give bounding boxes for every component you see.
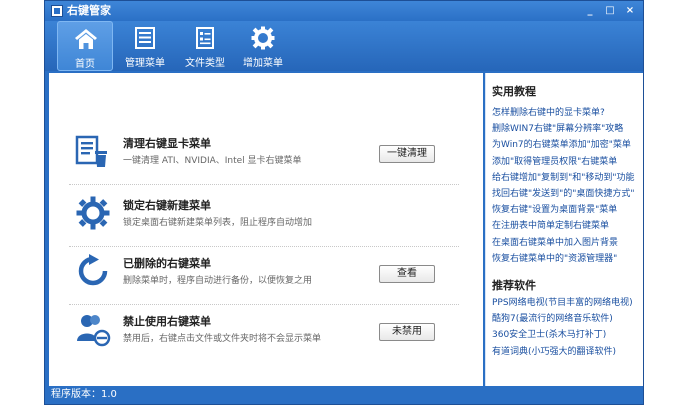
tab-manage-menu[interactable]: 管理菜单 bbox=[117, 21, 173, 71]
cleanup-icon bbox=[75, 135, 107, 167]
tab-file-type-label: 文件类型 bbox=[185, 58, 225, 69]
software-list: PPS网络电视(节目丰富的网络电视) 酷狗7(最流行的网络音乐软件) 360安全… bbox=[492, 295, 640, 360]
feature-description: 一键清理 ATI、NVIDIA、Intel 显卡右键菜单 bbox=[123, 156, 302, 166]
tutorial-link[interactable]: 在桌面右键菜单中加入图片背景 bbox=[492, 235, 640, 251]
file-type-icon bbox=[196, 27, 214, 49]
window-title: 右键管家 bbox=[67, 4, 111, 17]
tutorial-link[interactable]: 为Win7的右键菜单添加"加密"菜单 bbox=[492, 137, 640, 153]
user-disable-icon bbox=[77, 315, 111, 347]
tutorial-link[interactable]: 添加"取得管理员权限"右键菜单 bbox=[492, 154, 640, 170]
software-link[interactable]: 360安全卫士(杀木马打补丁) bbox=[492, 327, 640, 343]
tutorial-link[interactable]: 删除WIN7右键"屏幕分辨率"攻略 bbox=[492, 121, 640, 137]
tutorial-link[interactable]: 找回右键"发送到"的"桌面快捷方式" bbox=[492, 186, 640, 202]
feature-description: 锁定桌面右键新建菜单列表，阻止程序自动增加 bbox=[123, 218, 313, 228]
sidebar: 实用教程 怎样删除右键中的显卡菜单? 删除WIN7右键"屏幕分辨率"攻略 为Wi… bbox=[485, 73, 643, 387]
tutorial-list: 怎样删除右键中的显卡菜单? 删除WIN7右键"屏幕分辨率"攻略 为Win7的右键… bbox=[492, 105, 640, 267]
tab-add-menu-label: 增加菜单 bbox=[243, 58, 283, 69]
gear-icon bbox=[251, 26, 275, 50]
main-toolbar: 首页 管理菜单 文件类型 增加菜单 bbox=[45, 21, 643, 71]
window-controls: _ □ × bbox=[583, 4, 637, 17]
gear-icon bbox=[76, 196, 110, 230]
status-bar: 程序版本：1.0 bbox=[45, 386, 643, 404]
tab-add-menu[interactable]: 增加菜单 bbox=[235, 21, 291, 71]
feature-row: 锁定右键新建菜单 锁定桌面右键新建菜单列表，阻止程序自动增加 bbox=[69, 187, 469, 247]
disable-toggle-button[interactable]: 未禁用 bbox=[379, 323, 435, 341]
title-bar: 右键管家 _ □ × bbox=[45, 1, 643, 21]
feature-title: 清理右键显卡菜单 bbox=[123, 137, 211, 150]
main-panel: 清理右键显卡菜单 一键清理 ATI、NVIDIA、Intel 显卡右键菜单 一键… bbox=[49, 73, 483, 387]
feature-row: 清理右键显卡菜单 一键清理 ATI、NVIDIA、Intel 显卡右键菜单 一键… bbox=[69, 125, 469, 185]
feature-row: 禁止使用右键菜单 禁用后，右键点击文件或文件夹时将不会显示菜单 未禁用 bbox=[69, 303, 469, 359]
tutorial-link[interactable]: 怎样删除右键中的显卡菜单? bbox=[492, 105, 640, 121]
app-window: 右键管家 _ □ × 首页 管理菜单 文件类型 增加菜单 清理右键显卡菜单 一键… bbox=[44, 0, 644, 405]
home-icon bbox=[75, 29, 97, 49]
refresh-icon bbox=[78, 254, 108, 286]
feature-title: 禁止使用右键菜单 bbox=[123, 315, 211, 328]
feature-description: 删除菜单时，程序自动进行备份，以便恢复之用 bbox=[123, 276, 313, 286]
app-logo-icon bbox=[51, 5, 63, 17]
feature-title: 已删除的右键菜单 bbox=[123, 257, 211, 270]
close-button[interactable]: × bbox=[623, 4, 637, 17]
tutorial-link[interactable]: 给右键增加"复制到"和"移动到"功能 bbox=[492, 170, 640, 186]
maximize-button[interactable]: □ bbox=[603, 4, 617, 17]
view-button[interactable]: 查看 bbox=[379, 265, 435, 283]
tab-home[interactable]: 首页 bbox=[57, 21, 113, 71]
version-label: 程序版本：1.0 bbox=[51, 389, 117, 400]
tutorial-link[interactable]: 恢复右键"设置为桌面背景"菜单 bbox=[492, 202, 640, 218]
feature-title: 锁定右键新建菜单 bbox=[123, 199, 211, 212]
software-heading: 推荐软件 bbox=[492, 279, 536, 292]
software-link[interactable]: 酷狗7(最流行的网络音乐软件) bbox=[492, 311, 640, 327]
feature-row: 已删除的右键菜单 删除菜单时，程序自动进行备份，以便恢复之用 查看 bbox=[69, 245, 469, 305]
minimize-button[interactable]: _ bbox=[583, 4, 597, 17]
software-link[interactable]: 有道词典(小巧强大的翻译软件) bbox=[492, 344, 640, 360]
tab-home-label: 首页 bbox=[75, 59, 95, 70]
tab-file-type[interactable]: 文件类型 bbox=[177, 21, 233, 71]
tutorial-link[interactable]: 在注册表中简单定制右键菜单 bbox=[492, 218, 640, 234]
tab-manage-menu-label: 管理菜单 bbox=[125, 58, 165, 69]
tutorial-link[interactable]: 恢复右键菜单中的"资源管理器" bbox=[492, 251, 640, 267]
software-link[interactable]: PPS网络电视(节目丰富的网络电视) bbox=[492, 295, 640, 311]
feature-description: 禁用后，右键点击文件或文件夹时将不会显示菜单 bbox=[123, 334, 322, 344]
one-click-clean-button[interactable]: 一键清理 bbox=[379, 145, 435, 163]
tutorials-heading: 实用教程 bbox=[492, 85, 536, 98]
divider bbox=[69, 184, 459, 185]
menu-list-icon bbox=[135, 27, 155, 49]
